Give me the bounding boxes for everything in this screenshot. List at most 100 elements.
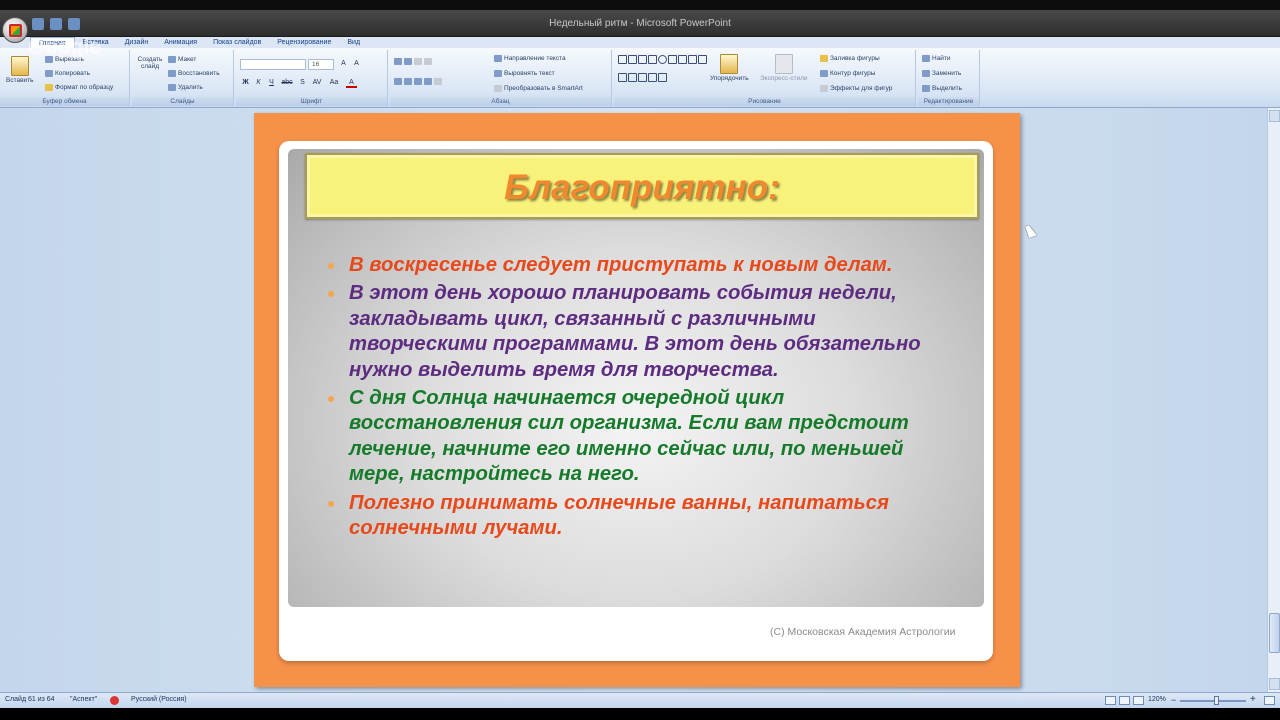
line-shape-icon[interactable] bbox=[628, 55, 637, 64]
scroll-thumb[interactable] bbox=[1269, 613, 1280, 653]
align-buttons[interactable] bbox=[394, 78, 442, 85]
slideshow-view-icon[interactable] bbox=[1133, 696, 1144, 705]
brace-shape-icon[interactable] bbox=[658, 72, 667, 82]
layout-icon bbox=[168, 56, 176, 63]
bullet-list[interactable]: В воскресенье следует приступать к новым… bbox=[328, 253, 948, 544]
copy-button[interactable]: Копировать bbox=[45, 70, 90, 77]
bullet-item: В воскресенье следует приступать к новым… bbox=[328, 253, 948, 278]
rectangle-2-shape-icon[interactable] bbox=[648, 55, 657, 64]
curve-shape-icon[interactable] bbox=[648, 72, 657, 82]
triangle-shape-icon[interactable] bbox=[678, 55, 687, 64]
justify-icon bbox=[424, 78, 432, 85]
select-button[interactable]: Выделить bbox=[922, 85, 962, 92]
bracket-shape-icon[interactable] bbox=[638, 72, 647, 82]
group-title-drawing: Рисование bbox=[614, 97, 915, 106]
bullet-dot-icon bbox=[328, 291, 334, 298]
font-size-box[interactable]: 16 bbox=[308, 59, 334, 70]
spacing-button[interactable]: AV bbox=[310, 78, 324, 88]
google-watermark: Google bbox=[28, 34, 101, 59]
slide-frame: Благоприятно: В воскресенье следует прис… bbox=[279, 141, 993, 661]
delete-slide-button[interactable]: Удалить bbox=[168, 84, 203, 91]
group-drawing: Упорядочить Экспресс-стили Заливка фигур… bbox=[614, 50, 916, 106]
group-editing: Найти Заменить Выделить Редактирование bbox=[918, 50, 980, 106]
block-arrow-shape-icon[interactable] bbox=[698, 55, 707, 64]
bullets-button[interactable] bbox=[394, 58, 432, 65]
zoom-in-icon[interactable]: + bbox=[1250, 694, 1256, 705]
shapes-gallery[interactable] bbox=[618, 55, 708, 89]
spellcheck-icon[interactable] bbox=[110, 696, 119, 705]
tab-review[interactable]: Рецензирование bbox=[269, 37, 339, 48]
zoom-slider-knob[interactable] bbox=[1214, 696, 1219, 705]
tab-design[interactable]: Дизайн bbox=[117, 37, 157, 48]
normal-view-icon[interactable] bbox=[1105, 696, 1116, 705]
replace-button[interactable]: Заменить bbox=[922, 70, 961, 77]
connector-shape-icon[interactable] bbox=[688, 55, 697, 64]
zoom-out-icon[interactable]: − bbox=[1171, 695, 1176, 705]
new-slide-button[interactable]: Создать слайд bbox=[136, 56, 408, 185]
zoom-level[interactable]: 120% bbox=[1148, 696, 1166, 703]
align-center-icon bbox=[404, 78, 412, 85]
slide-counter: Слайд 61 из 64 bbox=[5, 696, 55, 703]
copyright-text: (С) Московская Академия Астрологии bbox=[770, 626, 956, 638]
group-title-editing: Редактирование bbox=[918, 97, 979, 106]
tab-view[interactable]: Вид bbox=[339, 37, 368, 48]
font-color-button[interactable]: A bbox=[346, 78, 357, 88]
text-direction-button[interactable]: Направление текста bbox=[494, 55, 566, 62]
powerpoint-window: Недельный ритм - Microsoft PowerPoint Go… bbox=[0, 0, 1280, 720]
shadow-button[interactable]: S bbox=[297, 78, 308, 88]
bullet-dot-icon bbox=[328, 396, 334, 403]
grow-font-button[interactable]: A bbox=[338, 59, 349, 69]
rectangle-shape-icon[interactable] bbox=[618, 55, 627, 64]
binoculars-icon bbox=[922, 55, 930, 62]
copy-icon bbox=[45, 70, 53, 77]
align-text-icon bbox=[494, 70, 502, 77]
smartart-button[interactable]: Преобразовать в SmartArt bbox=[494, 85, 583, 92]
underline-button[interactable]: Ч bbox=[266, 78, 277, 88]
bold-button[interactable]: Ж bbox=[240, 78, 251, 88]
bullet-dot-icon bbox=[328, 500, 334, 507]
office-button[interactable] bbox=[2, 17, 28, 43]
shrink-font-button[interactable]: A bbox=[351, 59, 362, 69]
align-left-icon bbox=[394, 78, 402, 85]
smartart-icon bbox=[494, 85, 502, 92]
scroll-down-icon[interactable] bbox=[1269, 678, 1280, 690]
vertical-scrollbar[interactable] bbox=[1267, 108, 1280, 692]
status-bar: Слайд 61 из 64 "Аспект" Русский (Россия)… bbox=[0, 692, 1280, 708]
strikethrough-button[interactable]: abc bbox=[279, 78, 295, 88]
ribbon: Вставить Вырезать Копировать Формат по о… bbox=[0, 48, 1280, 185]
font-name-box[interactable] bbox=[240, 59, 306, 70]
quick-styles-button[interactable]: Экспресс-стили bbox=[760, 54, 808, 82]
top-border bbox=[0, 0, 1280, 10]
oval-shape-icon[interactable] bbox=[658, 55, 667, 64]
layout-button[interactable]: Макет bbox=[168, 56, 196, 63]
shape-outline-button[interactable]: Контур фигуры bbox=[820, 70, 875, 77]
star-shape-icon[interactable] bbox=[628, 72, 637, 82]
replace-icon bbox=[922, 70, 930, 77]
slide[interactable]: Благоприятно: В воскресенье следует прис… bbox=[254, 113, 1020, 687]
arrange-button[interactable]: Упорядочить bbox=[710, 54, 749, 82]
text-direction-icon bbox=[494, 55, 502, 62]
rounded-rect-shape-icon[interactable] bbox=[668, 55, 677, 64]
shape-effects-button[interactable]: Эффекты для фигур bbox=[820, 85, 892, 92]
slide-title: Благоприятно: bbox=[504, 168, 780, 207]
fit-to-window-icon[interactable] bbox=[1264, 696, 1275, 705]
sorter-view-icon[interactable] bbox=[1119, 696, 1130, 705]
find-button[interactable]: Найти bbox=[922, 55, 951, 62]
tab-slideshow[interactable]: Показ слайдов bbox=[205, 37, 269, 48]
change-case-button[interactable]: Aa bbox=[327, 78, 341, 88]
title-placeholder[interactable]: Благоприятно: bbox=[305, 153, 979, 219]
shape-fill-button[interactable]: Заливка фигуры bbox=[820, 55, 880, 62]
format-painter-button[interactable]: Формат по образцу bbox=[45, 84, 113, 91]
italic-button[interactable]: К bbox=[253, 78, 264, 88]
group-title-slides: Слайды bbox=[132, 97, 233, 106]
language-indicator[interactable]: Русский (Россия) bbox=[131, 696, 187, 703]
bullet-dot-icon bbox=[328, 263, 334, 269]
paste-button[interactable]: Вставить bbox=[6, 56, 34, 84]
zoom-slider[interactable] bbox=[1180, 700, 1246, 702]
arrow-2-shape-icon[interactable] bbox=[618, 72, 627, 82]
scroll-up-icon[interactable] bbox=[1269, 110, 1280, 122]
reset-button[interactable]: Восстановить bbox=[168, 70, 220, 77]
arrow-shape-icon[interactable] bbox=[638, 55, 647, 64]
tab-animation[interactable]: Анимация bbox=[156, 37, 205, 48]
align-text-button[interactable]: Выровнять текст bbox=[494, 70, 555, 77]
